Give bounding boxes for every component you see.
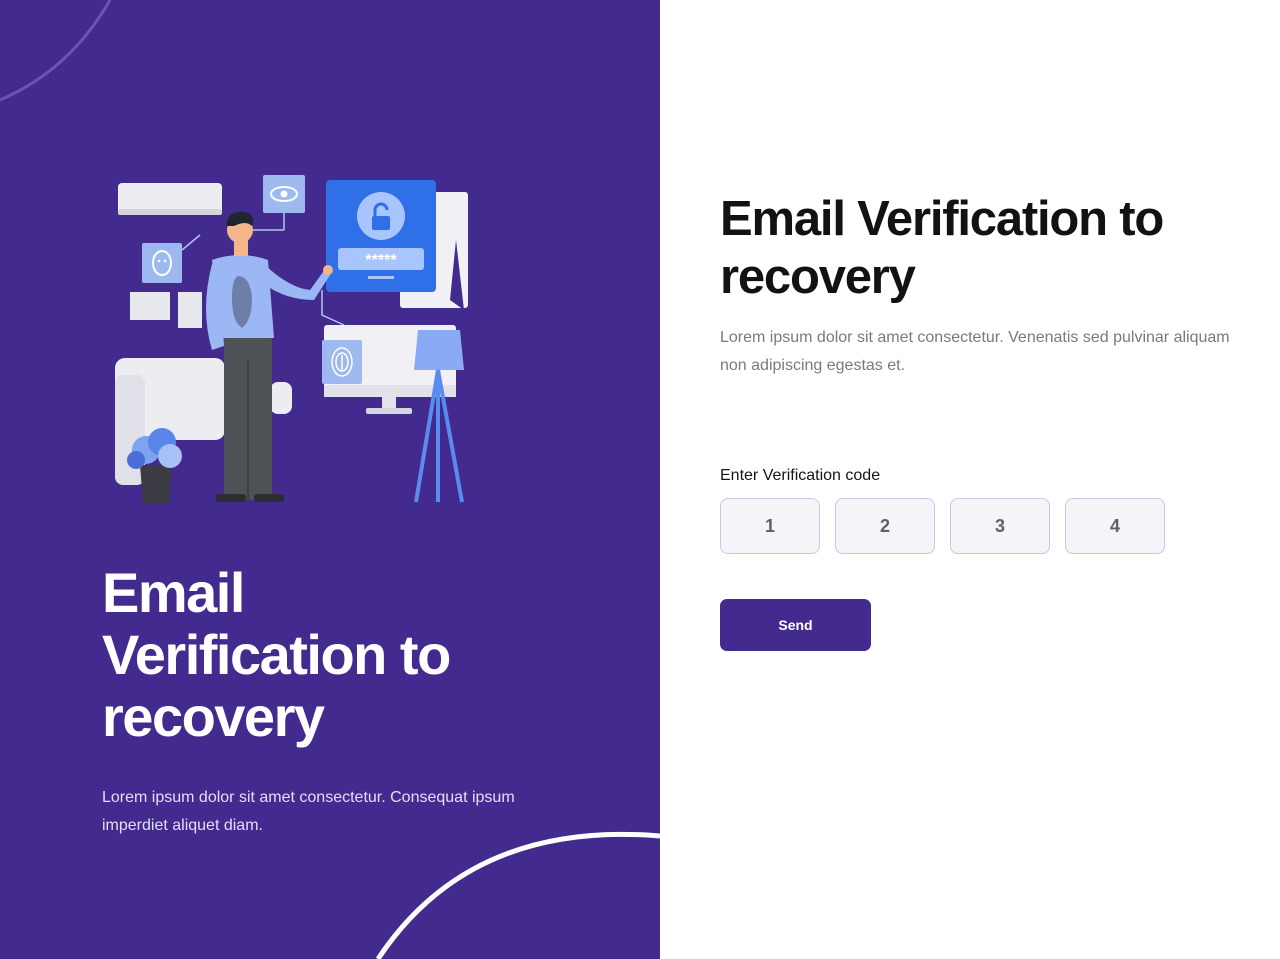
recovery-page: ***** Email Verification to recovery Lor… (0, 0, 1280, 959)
left-hero-panel: ***** Email Verification to recovery Lor… (0, 0, 660, 959)
lamp-icon (414, 330, 464, 503)
security-illustration: ***** (115, 175, 468, 503)
person-figure (206, 211, 333, 502)
eye-icon (250, 175, 305, 231)
wall-tiles (130, 292, 202, 328)
face-icon (142, 234, 201, 283)
hero-title: Email Verification to recovery (102, 561, 451, 748)
code-digit-4-input[interactable] (1065, 498, 1165, 554)
page-title: Email Verification to recovery (720, 192, 1164, 304)
send-button[interactable]: Send (720, 599, 871, 651)
fingerprint-icon (322, 340, 362, 384)
lock-icon: ***** (326, 180, 436, 292)
hero-description: Lorem ipsum dolor sit amet consectetur. … (102, 789, 515, 834)
code-digit-3-input[interactable] (950, 498, 1050, 554)
verification-form-panel: Email Verification to recovery Lorem ips… (660, 0, 1280, 959)
code-digit-1-input[interactable] (720, 498, 820, 554)
verification-code-label: Enter Verification code (720, 467, 881, 484)
verification-code-inputs (720, 498, 1165, 554)
air-conditioner-icon (118, 183, 222, 215)
password-mask: ***** (365, 252, 397, 269)
code-digit-2-input[interactable] (835, 498, 935, 554)
page-description: Lorem ipsum dolor sit amet consectetur. … (720, 329, 1230, 374)
